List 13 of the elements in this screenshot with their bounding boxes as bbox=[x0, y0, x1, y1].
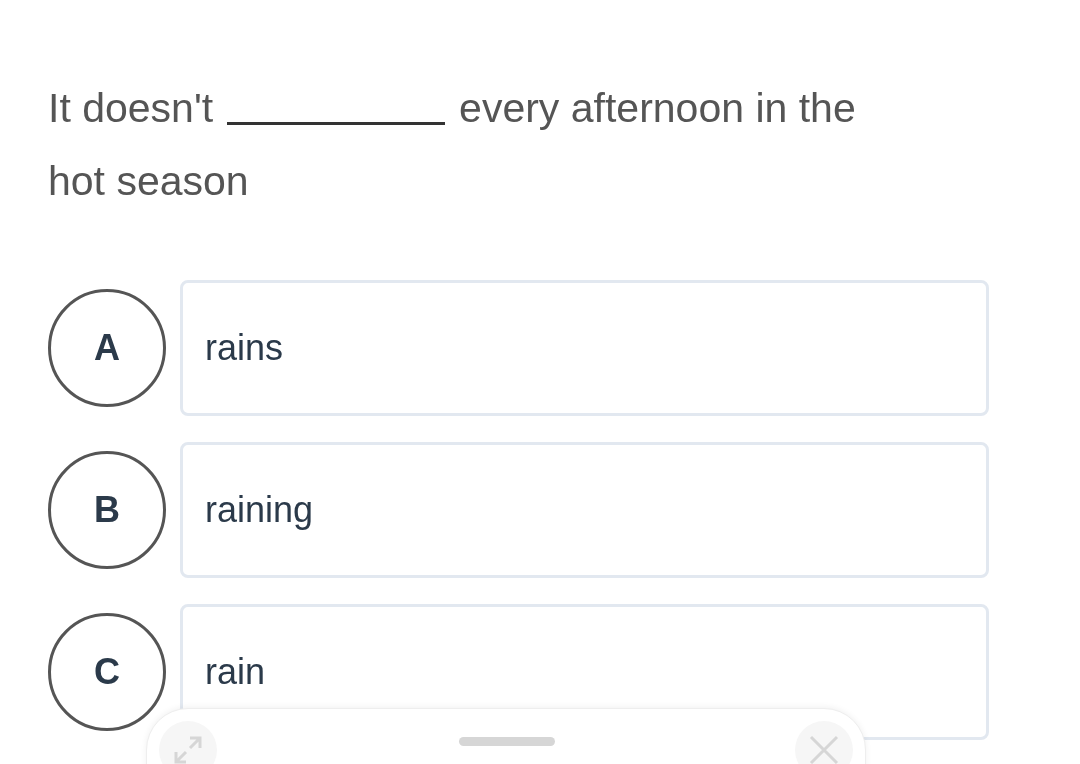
option-letter[interactable]: C bbox=[48, 613, 166, 731]
question-text: It doesn't bbox=[48, 84, 214, 133]
expand-icon bbox=[172, 734, 204, 764]
question-text: every afternoon in the bbox=[459, 84, 856, 133]
option-letter[interactable]: A bbox=[48, 289, 166, 407]
answer-option[interactable]: rains bbox=[180, 280, 989, 416]
answer-option[interactable]: raining bbox=[180, 442, 989, 578]
option-letter[interactable]: B bbox=[48, 451, 166, 569]
question-text: hot season bbox=[48, 157, 250, 206]
drag-handle[interactable] bbox=[459, 737, 555, 746]
close-button[interactable] bbox=[795, 721, 853, 764]
expand-button[interactable] bbox=[159, 721, 217, 764]
close-icon bbox=[809, 735, 839, 764]
